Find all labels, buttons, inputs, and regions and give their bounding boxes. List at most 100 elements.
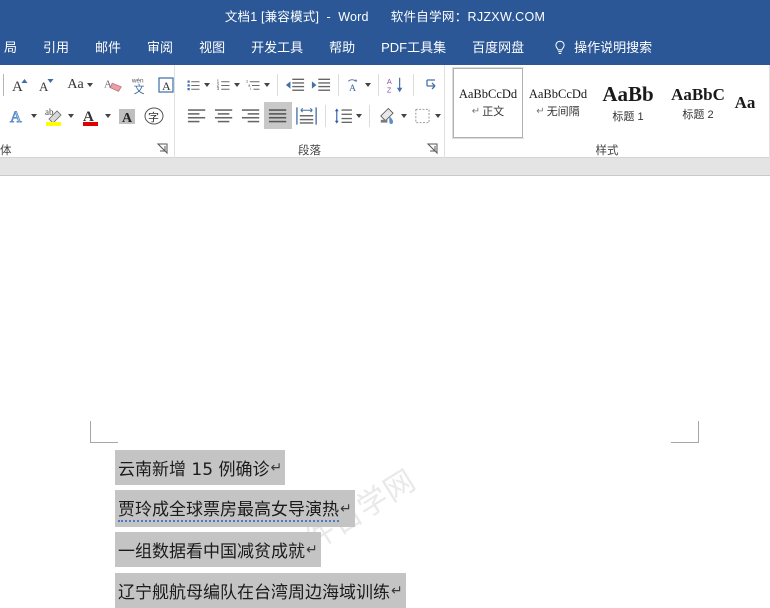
phonetic-guide-button[interactable]: wén 文: [127, 71, 153, 98]
borders-button[interactable]: [410, 102, 444, 129]
tell-me-search[interactable]: 操作说明搜索: [537, 30, 665, 65]
pilcrow-icon: ↵: [536, 105, 545, 117]
tab-layout-partial[interactable]: 局: [0, 30, 30, 65]
enclose-characters-button[interactable]: 字: [140, 102, 168, 129]
align-left-button[interactable]: [183, 102, 210, 129]
document-text-block[interactable]: 云南新增 15 例确诊 ↵ 贾玲成全球票房最高女导演热 ↵ 一组数据看中国减贫成…: [115, 447, 406, 608]
shrink-font-button[interactable]: A: [33, 71, 59, 98]
document-line[interactable]: 贾玲成全球票房最高女导演热 ↵: [115, 488, 406, 529]
paragraph-dialog-launcher[interactable]: [426, 143, 438, 155]
chevron-down-icon: [264, 82, 271, 87]
document-area[interactable]: 软件自学网 云南新增 15 例确诊 ↵ 贾玲成全球票房最高女导演热 ↵ 一组数据…: [0, 176, 770, 608]
svg-text:字: 字: [148, 110, 159, 124]
style-item-heading-1[interactable]: AaBb 标题 1: [593, 68, 663, 138]
font-group-label: 体: [0, 144, 12, 157]
paragraph-separator-5: [324, 104, 326, 127]
style-item-no-spacing[interactable]: AaBbCcDd ↵ 无间隔: [523, 68, 593, 138]
paragraph-separator-6: [369, 104, 371, 127]
distributed-button[interactable]: [292, 102, 321, 129]
style-preview: AaBbC: [671, 84, 725, 104]
tab-baidu-netdisk[interactable]: 百度网盘: [459, 30, 537, 65]
numbering-button[interactable]: 1 2 3: [213, 71, 243, 98]
tab-developer[interactable]: 开发工具: [238, 30, 316, 65]
tab-review[interactable]: 审阅: [134, 30, 186, 65]
line-spacing-button[interactable]: [330, 102, 366, 129]
tab-references[interactable]: 引用: [30, 30, 82, 65]
character-shading-button[interactable]: A: [114, 102, 140, 129]
paragraph-separator-3: [378, 73, 380, 96]
paragraph-group-label-wrap: 段落: [175, 141, 444, 158]
paragraph-separator-1: [277, 73, 278, 96]
paragraph-group-row-2: [175, 100, 444, 131]
font-size-box-partial[interactable]: [3, 73, 4, 96]
align-right-button[interactable]: [237, 102, 264, 129]
text-highlight-color-button[interactable]: ab: [40, 102, 77, 129]
selected-text-run[interactable]: 云南新增 15 例确诊 ↵: [115, 450, 286, 485]
bullets-button[interactable]: [183, 71, 213, 98]
paragraph-separator-2: [337, 73, 339, 96]
styles-group-label: 样式: [595, 144, 619, 157]
chevron-down-icon: [105, 113, 111, 118]
paragraph-mark-icon: ↵: [270, 459, 283, 476]
svg-text:A: A: [162, 79, 171, 93]
document-page[interactable]: 软件自学网 云南新增 15 例确诊 ↵ 贾玲成全球票房最高女导演热 ↵ 一组数据…: [0, 176, 770, 608]
clear-formatting-button[interactable]: A: [101, 71, 127, 98]
styles-gallery: AaBbCcDd ↵ 正文 AaBbCcDd ↵ 无间隔 AaBb 标题 1 A…: [452, 67, 769, 139]
text-effects-button[interactable]: A: [3, 102, 40, 129]
ribbon-group-styles: AaBbCcDd ↵ 正文 AaBbCcDd ↵ 无间隔 AaBb 标题 1 A…: [445, 65, 770, 158]
style-preview: AaBbCcDd: [458, 87, 518, 101]
asian-layout-button[interactable]: A: [343, 71, 375, 98]
selected-text-run[interactable]: 贾玲成全球票房最高女导演热 ↵: [115, 490, 355, 527]
svg-text:Z: Z: [387, 85, 392, 94]
ribbon-group-font: A A Aa A wén 文 A A ab A A 字 体: [0, 65, 175, 158]
shading-button[interactable]: [374, 102, 410, 129]
chevron-down-icon: [356, 113, 363, 118]
style-label-wrap: 标题 2: [682, 106, 713, 122]
paragraph-mark-icon: ↵: [306, 541, 318, 558]
justify-button[interactable]: [264, 102, 292, 129]
lightbulb-icon: [553, 40, 567, 56]
style-label-wrap: 标题 1: [612, 108, 643, 124]
style-label: 标题 2: [682, 108, 714, 121]
increase-indent-button[interactable]: [308, 71, 334, 98]
decrease-indent-button[interactable]: [282, 71, 308, 98]
style-item-normal[interactable]: AaBbCcDd ↵ 正文: [452, 67, 524, 139]
style-preview: AaBb: [602, 82, 654, 106]
font-color-button[interactable]: A: [77, 102, 114, 129]
multilevel-list-button[interactable]: 1 a i: [243, 71, 273, 98]
grow-font-button[interactable]: A: [7, 71, 33, 98]
font-group-row-2: A ab A A 字: [0, 100, 174, 131]
chevron-down-icon: [234, 82, 241, 87]
font-dialog-launcher[interactable]: [156, 143, 168, 155]
styles-group-label-wrap: 样式: [445, 141, 769, 158]
chevron-down-icon: [31, 113, 37, 118]
selected-text-run[interactable]: 一组数据看中国减贫成就 ↵: [115, 532, 321, 567]
svg-text:A: A: [39, 79, 49, 94]
style-item-heading-2[interactable]: AaBbC 标题 2: [663, 68, 733, 138]
title-bar: 文档1 [兼容模式] - Word 软件自学网：RJZXW.COM: [0, 0, 770, 30]
change-case-button[interactable]: Aa: [67, 71, 93, 98]
document-line[interactable]: 辽宁舰航母编队在台湾周边海域训练 ↵: [115, 570, 406, 608]
selected-text-run[interactable]: 辽宁舰航母编队在台湾周边海域训练 ↵: [115, 573, 406, 608]
show-formatting-marks-button[interactable]: [418, 71, 444, 98]
tab-help[interactable]: 帮助: [316, 30, 368, 65]
tab-view[interactable]: 视图: [186, 30, 238, 65]
line-text: 辽宁舰航母编队在台湾周边海域训练: [118, 583, 390, 603]
pilcrow-icon: ↵: [471, 105, 481, 117]
style-label-wrap: ↵ 正文: [472, 103, 504, 119]
svg-text:i: i: [250, 87, 251, 91]
document-line[interactable]: 云南新增 15 例确诊 ↵: [115, 447, 406, 488]
tab-mailings[interactable]: 邮件: [82, 30, 134, 65]
paragraph-mark-icon: ↵: [391, 582, 403, 599]
sort-button[interactable]: A Z: [383, 71, 409, 98]
align-center-button[interactable]: [210, 102, 237, 129]
svg-text:A: A: [104, 78, 112, 90]
style-preview: Aa: [734, 93, 756, 112]
style-label-wrap: ↵ 无间隔: [536, 103, 579, 119]
document-line[interactable]: 一组数据看中国减贫成就 ↵: [115, 529, 406, 570]
tab-pdf-tools[interactable]: PDF工具集: [368, 30, 459, 65]
line-text: 一组数据看中国减贫成就: [118, 542, 305, 562]
style-item-next-partial[interactable]: Aa: [733, 68, 757, 138]
chevron-down-icon: [365, 82, 372, 87]
paragraph-group-label: 段落: [298, 144, 321, 157]
